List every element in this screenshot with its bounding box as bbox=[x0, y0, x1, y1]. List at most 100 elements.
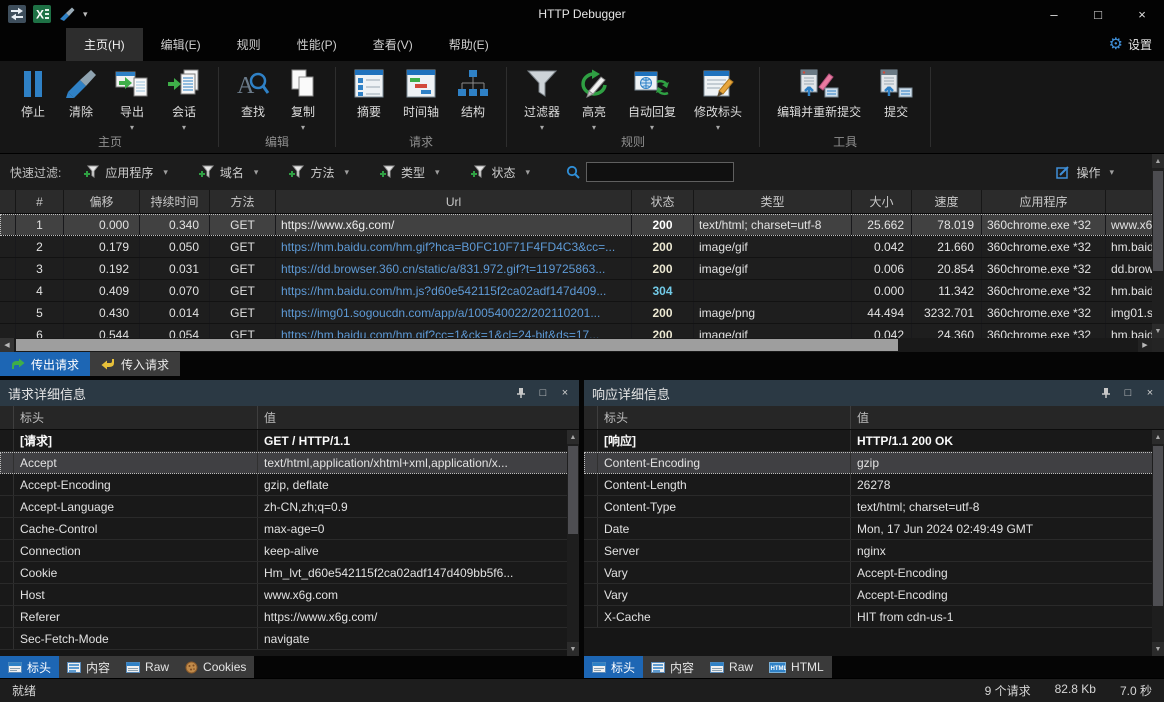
filter-domain-button[interactable]: 域名▾ bbox=[198, 164, 259, 181]
filter-method-button[interactable]: 方法▾ bbox=[288, 164, 349, 181]
app-logo-icon[interactable] bbox=[8, 5, 26, 23]
header-row[interactable]: Accept-Languagezh-CN,zh;q=0.9 bbox=[0, 496, 579, 518]
tab-headers[interactable]: 标头 bbox=[0, 656, 59, 678]
vertical-scrollbar[interactable]: ▲ ▼ bbox=[567, 430, 579, 656]
col-domain[interactable] bbox=[1106, 190, 1152, 213]
scroll-down-icon[interactable]: ▼ bbox=[1152, 642, 1164, 656]
menu-tab-help[interactable]: 帮助(E) bbox=[431, 28, 507, 61]
header-row[interactable]: [响应]HTTP/1.1 200 OK bbox=[584, 430, 1164, 452]
col-offset[interactable]: 偏移 bbox=[64, 190, 140, 213]
tab-content[interactable]: 内容 bbox=[59, 656, 118, 678]
scrollbar-thumb[interactable] bbox=[568, 446, 578, 534]
menu-tab-edit[interactable]: 编辑(E) bbox=[143, 28, 219, 61]
tab-content[interactable]: 内容 bbox=[643, 656, 702, 678]
filter-application-button[interactable]: 应用程序▾ bbox=[83, 164, 168, 181]
tab-html[interactable]: HTML HTML bbox=[761, 656, 832, 678]
col-duration[interactable]: 持续时间 bbox=[140, 190, 210, 213]
header-row[interactable]: Servernginx bbox=[584, 540, 1164, 562]
header-row[interactable]: DateMon, 17 Jun 2024 02:49:49 GMT bbox=[584, 518, 1164, 540]
header-row[interactable]: Accepttext/html,application/xhtml+xml,ap… bbox=[0, 452, 579, 474]
header-row[interactable]: Accept-Encodinggzip, deflate bbox=[0, 474, 579, 496]
menu-tab-home[interactable]: 主页(H) bbox=[66, 28, 143, 61]
scroll-right-icon[interactable]: ▶ bbox=[1138, 338, 1152, 352]
scroll-up-icon[interactable]: ▲ bbox=[1152, 154, 1164, 168]
restore-icon[interactable]: □ bbox=[537, 387, 549, 399]
header-row[interactable]: Hostwww.x6g.com bbox=[0, 584, 579, 606]
structure-button[interactable]: 结构 bbox=[448, 65, 498, 131]
header-row[interactable]: Content-Length26278 bbox=[584, 474, 1164, 496]
edit-resubmit-button[interactable]: 编辑并重新提交 bbox=[768, 65, 870, 131]
vertical-scrollbar[interactable]: ▲ ▼ bbox=[1152, 430, 1164, 656]
header-row[interactable]: Cache-Controlmax-age=0 bbox=[0, 518, 579, 540]
col-application[interactable]: 应用程序 bbox=[982, 190, 1106, 213]
summary-button[interactable]: 摘要 bbox=[344, 65, 394, 131]
pin-icon[interactable] bbox=[515, 387, 527, 399]
settings-button[interactable]: ⚙ 设置 bbox=[1109, 28, 1164, 61]
scrollbar-thumb[interactable] bbox=[1153, 446, 1163, 606]
header-row[interactable]: Refererhttps://www.x6g.com/ bbox=[0, 606, 579, 628]
highlight-button[interactable]: 高亮▾ bbox=[569, 65, 619, 131]
col-type[interactable]: 类型 bbox=[694, 190, 852, 213]
table-row[interactable]: 2 0.179 0.050 GET https://hm.baidu.com/h… bbox=[0, 236, 1164, 258]
header-row[interactable]: VaryAccept-Encoding bbox=[584, 584, 1164, 606]
scrollbar-thumb[interactable] bbox=[1153, 171, 1163, 271]
scroll-down-icon[interactable]: ▼ bbox=[1152, 324, 1164, 338]
table-row[interactable]: 5 0.430 0.014 GET https://img01.sogoucdn… bbox=[0, 302, 1164, 324]
clear-brush-icon[interactable] bbox=[58, 5, 76, 23]
restore-icon[interactable]: □ bbox=[1122, 387, 1134, 399]
stop-button[interactable]: 停止 bbox=[10, 65, 56, 131]
table-row[interactable]: 3 0.192 0.031 GET https://dd.browser.360… bbox=[0, 258, 1164, 280]
find-button[interactable]: A 查找 bbox=[227, 65, 279, 131]
header-row[interactable]: VaryAccept-Encoding bbox=[584, 562, 1164, 584]
scroll-down-icon[interactable]: ▼ bbox=[567, 642, 579, 656]
pin-icon[interactable] bbox=[1100, 387, 1112, 399]
table-row-clipped[interactable]: 6 0.544 0.054 GET https://hm.baidu.com/h… bbox=[0, 324, 1164, 338]
filter-status-button[interactable]: 状态▾ bbox=[470, 164, 531, 181]
col-size[interactable]: 大小 bbox=[852, 190, 912, 213]
col-number[interactable]: # bbox=[16, 190, 64, 213]
col-url[interactable]: Url bbox=[276, 190, 632, 213]
col-speed[interactable]: 速度 bbox=[912, 190, 982, 213]
table-row[interactable]: 1 0.000 0.340 GET https://www.x6g.com/ 2… bbox=[0, 214, 1164, 236]
clear-button[interactable]: 清除 bbox=[56, 65, 106, 131]
scrollbar-thumb[interactable] bbox=[16, 339, 898, 351]
scroll-left-icon[interactable]: ◀ bbox=[0, 338, 14, 352]
header-row[interactable]: [请求]GET / HTTP/1.1 bbox=[0, 430, 579, 452]
search-input[interactable] bbox=[586, 162, 734, 182]
close-icon[interactable]: × bbox=[1144, 387, 1156, 399]
header-row[interactable]: CookieHm_lvt_d60e542115f2ca02adf147d409b… bbox=[0, 562, 579, 584]
tab-outgoing-requests[interactable]: 传出请求 bbox=[0, 352, 90, 376]
close-button[interactable]: × bbox=[1120, 0, 1164, 28]
menu-tab-rules[interactable]: 规则 bbox=[219, 28, 279, 61]
scroll-up-icon[interactable]: ▲ bbox=[1152, 430, 1164, 444]
actions-button[interactable]: 操作▾ bbox=[1056, 164, 1114, 181]
horizontal-scrollbar[interactable]: ◀ ▶ bbox=[0, 338, 1152, 352]
header-row[interactable]: X-CacheHIT from cdn-us-1 bbox=[584, 606, 1164, 628]
header-row[interactable]: Connectionkeep-alive bbox=[0, 540, 579, 562]
close-icon[interactable]: × bbox=[559, 387, 571, 399]
header-row[interactable]: Sec-Fetch-Modenavigate bbox=[0, 628, 579, 650]
tab-cookies[interactable]: Cookies bbox=[177, 656, 254, 678]
filter-type-button[interactable]: 类型▾ bbox=[379, 164, 440, 181]
menu-tab-performance[interactable]: 性能(P) bbox=[279, 28, 355, 61]
vertical-scrollbar[interactable]: ▲ ▼ bbox=[1152, 154, 1164, 338]
auto-reply-button[interactable]: 自动回复▾ bbox=[619, 65, 685, 131]
tab-headers[interactable]: 标头 bbox=[584, 656, 643, 678]
col-method[interactable]: 方法 bbox=[210, 190, 276, 213]
col-header-name[interactable]: 标头 bbox=[598, 406, 851, 429]
tab-raw[interactable]: Raw bbox=[702, 656, 761, 678]
edit-headers-button[interactable]: 修改标头▾ bbox=[685, 65, 751, 131]
header-row[interactable]: Content-Encodinggzip bbox=[584, 452, 1164, 474]
copy-button[interactable]: 复制▾ bbox=[279, 65, 327, 131]
timeline-button[interactable]: 时间轴 bbox=[394, 65, 448, 131]
minimize-button[interactable]: – bbox=[1032, 0, 1076, 28]
export-button[interactable]: 导出▾ bbox=[106, 65, 158, 131]
col-header-value[interactable]: 值 bbox=[851, 406, 1164, 429]
filter-rules-button[interactable]: 过滤器▾ bbox=[515, 65, 569, 131]
tab-incoming-requests[interactable]: 传入请求 bbox=[90, 352, 180, 376]
col-status[interactable]: 状态 bbox=[632, 190, 694, 213]
table-row[interactable]: 4 0.409 0.070 GET https://hm.baidu.com/h… bbox=[0, 280, 1164, 302]
header-row[interactable]: Content-Typetext/html; charset=utf-8 bbox=[584, 496, 1164, 518]
qat-dropdown-icon[interactable]: ▾ bbox=[83, 9, 88, 20]
col-header-name[interactable]: 标头 bbox=[14, 406, 258, 429]
